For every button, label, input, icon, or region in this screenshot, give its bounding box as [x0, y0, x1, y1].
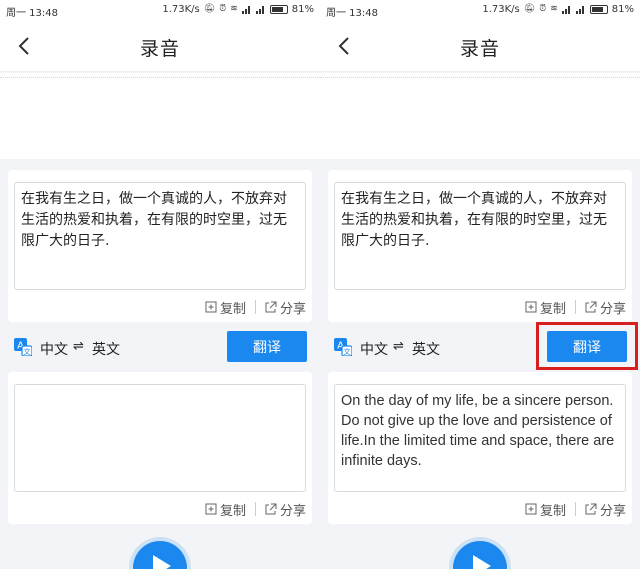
copy-button[interactable]: 复制 — [525, 298, 566, 317]
signal-icon — [561, 5, 572, 14]
source-language[interactable]: 中文 — [360, 339, 388, 359]
waveform-area — [320, 73, 640, 159]
language-bar: A 文 中文 ⇌ 英文 翻译 — [0, 322, 320, 372]
share-icon — [585, 503, 597, 515]
share-button[interactable]: 分享 — [585, 500, 626, 519]
svg-text:文: 文 — [24, 347, 31, 356]
copy-button[interactable]: 复制 — [205, 298, 246, 317]
source-text-area[interactable]: 在我有生之日，做一个真诚的人，不放弃对生活的热爱和执着，在有限的时空里，过无限广… — [14, 182, 306, 290]
alarm-icon: ⏰︎ — [219, 4, 227, 14]
play-button[interactable] — [453, 541, 507, 569]
share-button[interactable]: 分享 — [265, 500, 306, 519]
swap-languages-icon[interactable]: ⇌ — [73, 339, 84, 354]
translate-button[interactable]: 翻译 — [227, 331, 307, 362]
nav-bar: 录音 — [320, 20, 640, 72]
source-text-area[interactable]: 在我有生之日，做一个真诚的人，不放弃对生活的热爱和执着，在有限的时空里，过无限广… — [334, 182, 626, 290]
status-time: 周一 13:48 — [326, 8, 378, 19]
source-card: 在我有生之日，做一个真诚的人，不放弃对生活的热爱和执着，在有限的时空里，过无限广… — [8, 170, 312, 322]
status-time: 周一 13:48 — [6, 8, 58, 19]
translate-button[interactable]: 翻译 — [547, 331, 627, 362]
language-bar: A 文 中文 ⇌ 英文 翻译 — [320, 322, 640, 372]
screen-after-translate: 周一 13:48 1.73K/s 🔕︎ ⏰︎ ≋ 81% 录音 在我有生之日，做… — [320, 0, 640, 569]
svg-text:文: 文 — [344, 347, 351, 356]
share-icon — [265, 503, 277, 515]
screen-before-translate: 周一 13:48 1.73K/s 🔕︎ ⏰︎ ≋ 81% 录音 在我有生之日，做… — [0, 0, 320, 569]
copy-icon — [205, 503, 217, 515]
mute-icon: 🔕︎ — [203, 4, 216, 14]
play-button[interactable] — [133, 541, 187, 569]
target-language[interactable]: 英文 — [412, 339, 440, 359]
nav-bar: 录音 — [0, 20, 320, 72]
share-icon — [265, 301, 277, 313]
status-bar: 周一 13:48 1.73K/s 🔕︎ ⏰︎ ≋ 81% — [0, 0, 320, 20]
source-language[interactable]: 中文 — [40, 339, 68, 359]
share-icon — [585, 301, 597, 313]
share-button[interactable]: 分享 — [585, 298, 626, 317]
waveform-line — [320, 77, 640, 78]
battery-percent: 81% — [291, 4, 314, 15]
copy-icon — [525, 503, 537, 515]
page-title: 录音 — [139, 38, 180, 60]
play-icon — [153, 555, 171, 569]
signal-icon — [241, 5, 252, 14]
alarm-icon: ⏰︎ — [539, 4, 547, 14]
share-button[interactable]: 分享 — [265, 298, 306, 317]
network-speed: 1.73K/s — [482, 4, 520, 15]
result-text-area[interactable]: On the day of my life, be a sincere pers… — [334, 384, 626, 492]
wifi-icon: ≋ — [550, 4, 558, 14]
translate-icon: A 文 — [334, 338, 352, 356]
source-card: 在我有生之日，做一个真诚的人，不放弃对生活的热爱和执着，在有限的时空里，过无限广… — [328, 170, 632, 322]
wifi-icon: ≋ — [230, 4, 238, 14]
result-card: 复制 分享 — [8, 372, 312, 524]
copy-button[interactable]: 复制 — [205, 500, 246, 519]
copy-icon — [205, 301, 217, 313]
play-icon — [473, 555, 491, 569]
signal-icon — [575, 5, 586, 14]
battery-icon — [269, 5, 288, 14]
swap-languages-icon[interactable]: ⇌ — [393, 339, 404, 354]
result-text-area[interactable] — [14, 384, 306, 492]
copy-icon — [525, 301, 537, 313]
translate-icon: A 文 — [14, 338, 32, 356]
network-speed: 1.73K/s — [162, 4, 200, 15]
battery-icon — [589, 5, 608, 14]
status-bar: 周一 13:48 1.73K/s 🔕︎ ⏰︎ ≋ 81% — [320, 0, 640, 20]
waveform-line — [0, 77, 320, 78]
result-card: On the day of my life, be a sincere pers… — [328, 372, 632, 524]
waveform-area — [0, 73, 320, 159]
copy-button[interactable]: 复制 — [525, 500, 566, 519]
page-title: 录音 — [459, 38, 500, 60]
target-language[interactable]: 英文 — [92, 339, 120, 359]
mute-icon: 🔕︎ — [523, 4, 536, 14]
signal-icon — [255, 5, 266, 14]
battery-percent: 81% — [611, 4, 634, 15]
